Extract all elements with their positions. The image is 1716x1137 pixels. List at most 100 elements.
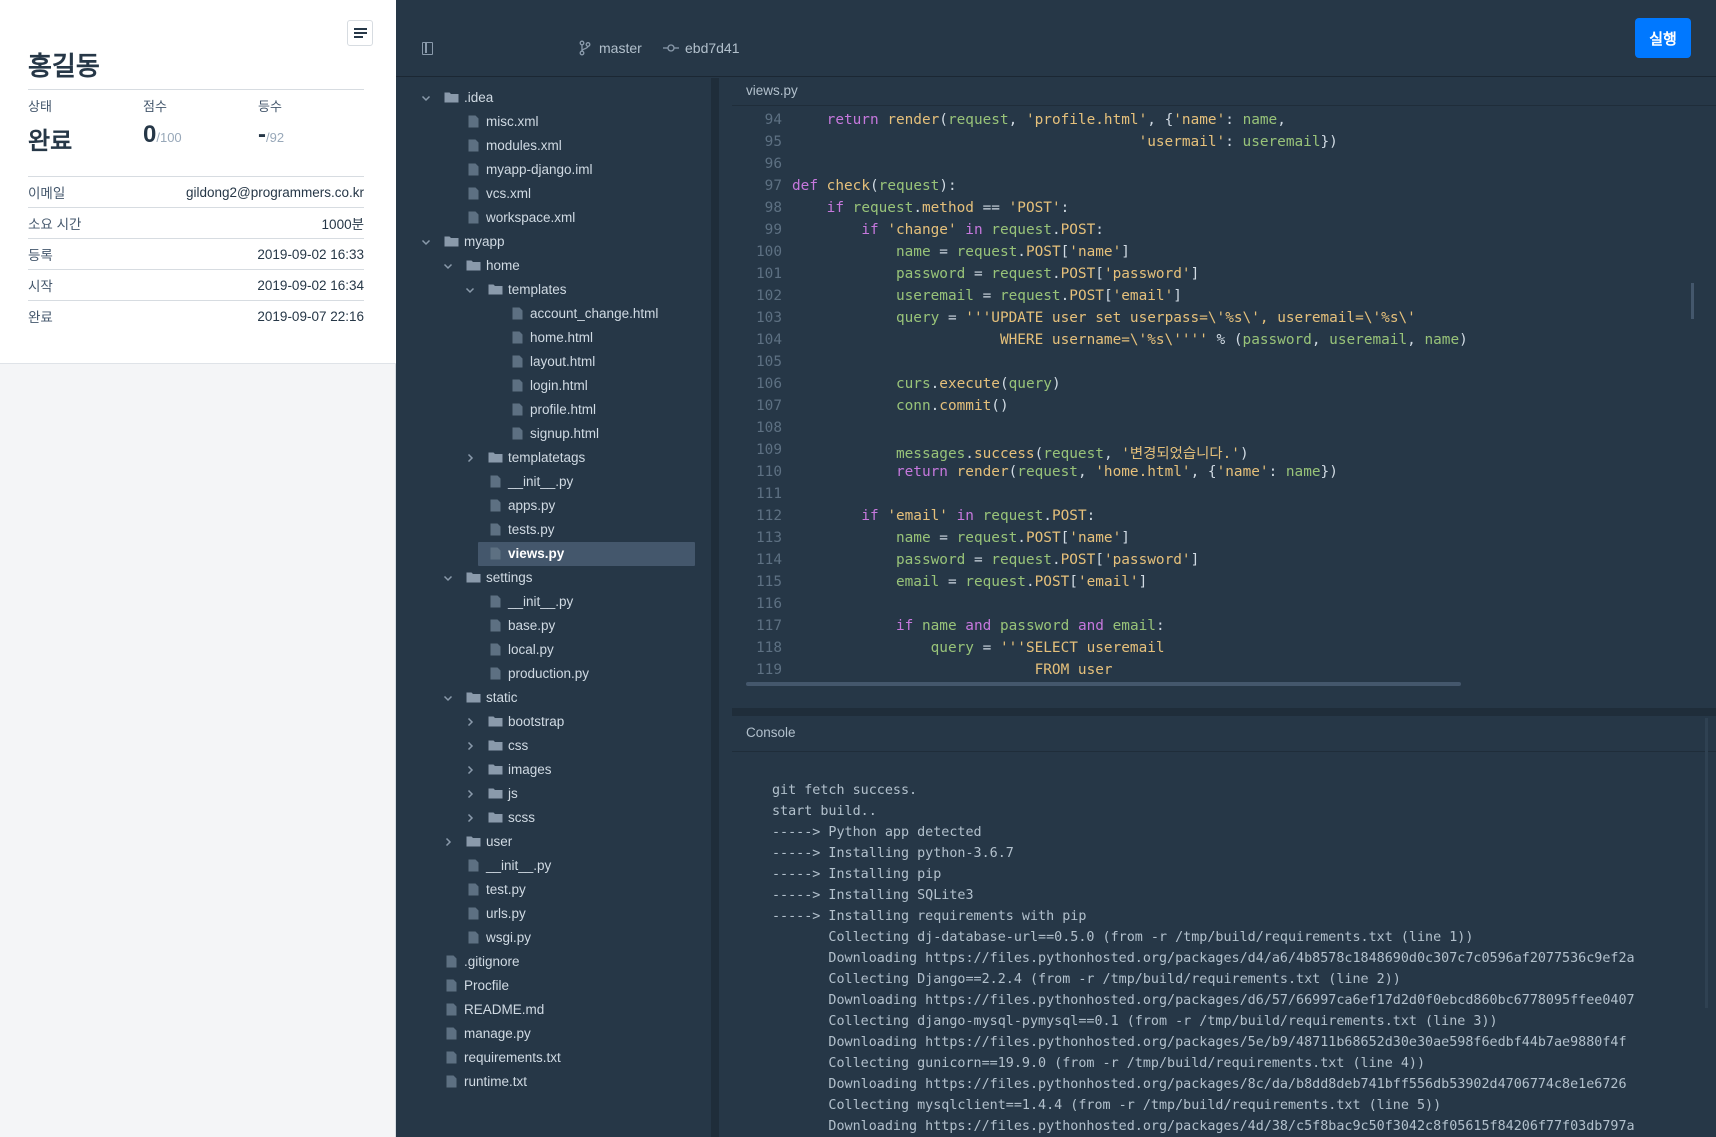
tree-folder[interactable]: static [396,686,711,710]
tree-file[interactable]: login.html [396,374,711,398]
tree-file[interactable]: urls.py [396,902,711,926]
code-text: query = '''UPDATE user set userpass=\'%s… [895,310,1416,326]
chevron-down-icon[interactable] [442,692,454,704]
file-icon [490,595,501,611]
tree-folder[interactable]: templates [396,278,711,302]
commit-hash[interactable]: ebd7d41 [685,40,740,56]
file-icon [446,1027,457,1043]
chevron-down-icon[interactable] [420,236,432,248]
run-button[interactable]: 실행 [1635,18,1691,58]
chevron-down-icon[interactable] [442,260,454,272]
tree-folder[interactable]: bootstrap [396,710,711,734]
tree-file[interactable]: account_change.html [396,302,711,326]
divider [732,105,1716,106]
folder-icon [488,739,503,754]
tree-item-label: user [486,834,513,849]
code-editor[interactable]: views.py 94 return render(request, 'prof… [732,78,1716,698]
console-line: Collecting dj-database-url==0.5.0 (from … [772,930,1474,945]
line-number: 100 [756,244,782,260]
code-area[interactable]: 94 return render(request, 'profile.html'… [732,109,1716,677]
code-line: 111 [732,486,1716,508]
code-line: 97 def check(request): [732,178,1716,200]
tree-file[interactable]: apps.py [396,494,711,518]
tree-item-label: home.html [530,330,594,345]
tree-folder[interactable]: home [396,254,711,278]
tree-folder[interactable]: settings [396,566,711,590]
tree-file[interactable]: tests.py [396,518,711,542]
file-icon [490,523,501,539]
chevron-down-icon[interactable] [464,284,476,296]
tree-file[interactable]: views.py [396,542,711,566]
tree-folder[interactable]: myapp [396,230,711,254]
chevron-right-icon[interactable] [464,812,476,824]
tree-file[interactable]: misc.xml [396,110,711,134]
code-text: password = request.POST['password'] [895,552,1200,568]
code-text: password = request.POST['password'] [895,266,1200,282]
detail-value: 2019-09-07 22:16 [257,308,364,324]
chevron-right-icon[interactable] [442,836,454,848]
branch-name[interactable]: master [599,40,642,56]
chevron-right-icon[interactable] [464,764,476,776]
tree-folder[interactable]: templatetags [396,446,711,470]
code-text: WHERE username=\'%s\'''' % (password, us… [999,332,1468,348]
tree-file[interactable]: test.py [396,878,711,902]
tree-file[interactable]: base.py [396,614,711,638]
tree-file[interactable]: workspace.xml [396,206,711,230]
code-text: if 'change' in request.POST: [861,222,1104,238]
tree-folder[interactable]: user [396,830,711,854]
tree-folder[interactable]: .idea [396,86,711,110]
code-line: 108 [732,420,1716,442]
tree-item-label: js [508,786,518,801]
chevron-right-icon[interactable] [464,452,476,464]
tree-file[interactable]: modules.xml [396,134,711,158]
detail-row-duration: 소요 시간 1000분 [28,207,364,238]
tree-file[interactable]: myapp-django.iml [396,158,711,182]
tree-file[interactable]: requirements.txt [396,1046,711,1070]
detail-value: 2019-09-02 16:33 [257,246,364,262]
console-vertical-scrollbar[interactable] [1705,718,1708,1008]
tree-file[interactable]: vcs.xml [396,182,711,206]
chevron-right-icon[interactable] [464,716,476,728]
tree-file[interactable]: wsgi.py [396,926,711,950]
tree-file[interactable]: profile.html [396,398,711,422]
editor-vertical-scrollbar[interactable] [1691,283,1694,319]
tree-file[interactable]: .gitignore [396,950,711,974]
chevron-down-icon[interactable] [420,92,432,104]
chevron-right-icon[interactable] [464,788,476,800]
editor-tab-title[interactable]: views.py [746,83,798,98]
console-line: git fetch success. [772,783,918,798]
console-output[interactable]: git fetch success. start build.. -----> Py… [772,783,1716,1137]
code-line: 104 WHERE username=\'%s\'''' % (password… [732,332,1716,354]
tree-file[interactable]: __init__.py [396,854,711,878]
tree-file[interactable]: production.py [396,662,711,686]
tree-file[interactable]: README.md [396,998,711,1022]
tree-file[interactable]: home.html [396,326,711,350]
tree-file[interactable]: __init__.py [396,590,711,614]
tree-file[interactable]: __init__.py [396,470,711,494]
file-icon [490,643,501,659]
line-number: 103 [756,310,782,326]
tree-file[interactable]: signup.html [396,422,711,446]
line-number: 112 [756,508,782,524]
tree-folder[interactable]: images [396,758,711,782]
editor-horizontal-scrollbar[interactable] [746,682,1461,686]
code-text: def check(request): [792,178,957,194]
stat-label: 등수 [258,99,282,114]
tree-folder[interactable]: scss [396,806,711,830]
tree-file[interactable]: manage.py [396,1022,711,1046]
tree-folder[interactable]: css [396,734,711,758]
tree-file[interactable]: layout.html [396,350,711,374]
chevron-right-icon[interactable] [464,740,476,752]
code-text: name = request.POST['name'] [895,530,1130,546]
tree-file[interactable]: local.py [396,638,711,662]
menu-toggle-button[interactable] [347,20,373,46]
line-number: 111 [756,486,782,502]
tree-file[interactable]: runtime.txt [396,1070,711,1094]
stat-value: - [258,121,266,148]
book-icon[interactable] [422,42,433,55]
tree-file[interactable]: Procfile [396,974,711,998]
chevron-down-icon[interactable] [442,572,454,584]
tree-folder[interactable]: js [396,782,711,806]
code-line: 115 email = request.POST['email'] [732,574,1716,596]
console-line: Collecting Django==2.2.4 (from -r /tmp/b… [772,972,1401,987]
